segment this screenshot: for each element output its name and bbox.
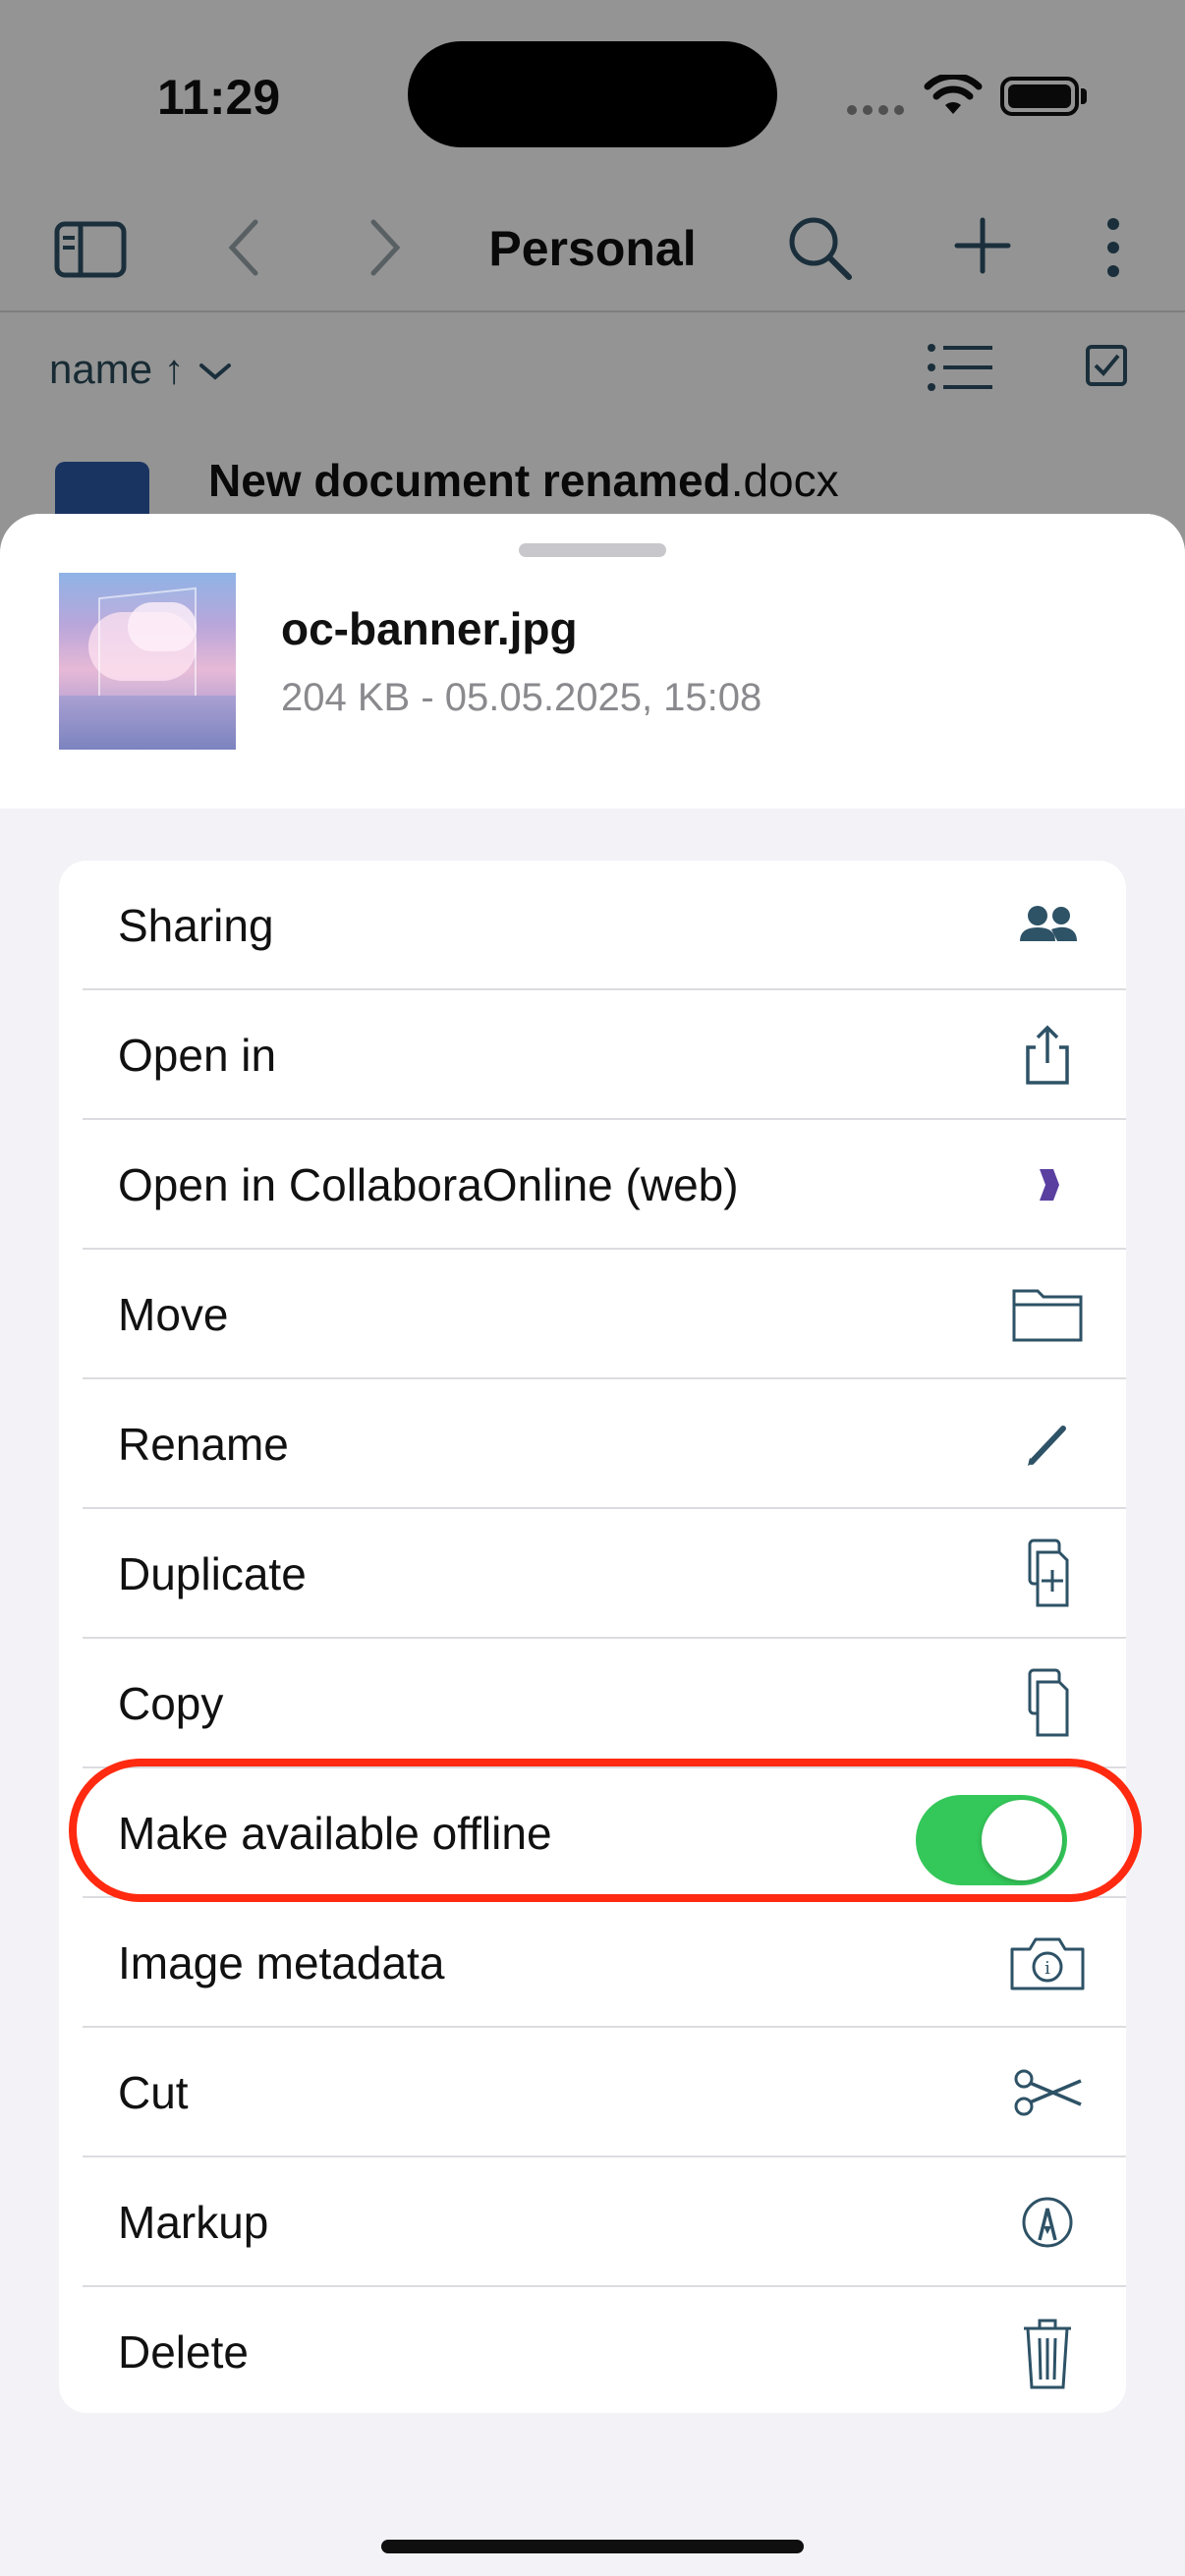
action-make-available-offline[interactable]: Make available offline <box>59 1768 1126 1898</box>
action-label: Make available offline <box>118 1808 552 1859</box>
action-label: Duplicate <box>118 1548 307 1599</box>
folder-icon <box>1008 1275 1087 1354</box>
action-rename[interactable]: Rename <box>59 1379 1126 1509</box>
copy-icon <box>1008 1664 1087 1743</box>
actions-menu: Sharing Open in Open in CollaboraOnline … <box>59 861 1126 2413</box>
action-sharing[interactable]: Sharing <box>59 861 1126 990</box>
people-icon <box>1008 886 1087 965</box>
action-label: Markup <box>118 2197 269 2248</box>
action-label: Sharing <box>118 900 274 951</box>
camera-info-icon: i <box>1008 1924 1087 2002</box>
pencil-icon <box>1008 1405 1087 1484</box>
action-duplicate[interactable]: Duplicate <box>59 1509 1126 1639</box>
scissors-icon <box>1008 2053 1087 2132</box>
sheet-grabber[interactable] <box>519 543 666 557</box>
collabora-icon <box>1008 1146 1087 1224</box>
action-delete[interactable]: Delete <box>59 2287 1126 2413</box>
action-open-in-collabora[interactable]: Open in CollaboraOnline (web) <box>59 1120 1126 1250</box>
sheet-header: oc-banner.jpg 204 KB - 05.05.2025, 15:08 <box>0 514 1185 809</box>
svg-text:i: i <box>1044 1958 1050 1979</box>
action-cut[interactable]: Cut <box>59 2028 1126 2157</box>
action-label: Copy <box>118 1678 224 1729</box>
action-move[interactable]: Move <box>59 1250 1126 1379</box>
action-label: Rename <box>118 1419 289 1470</box>
trash-icon <box>1008 2313 1087 2391</box>
file-thumbnail <box>59 573 236 750</box>
action-markup[interactable]: Markup <box>59 2157 1126 2287</box>
action-image-metadata[interactable]: Image metadata i <box>59 1898 1126 2028</box>
share-icon <box>1008 1016 1087 1094</box>
action-label: Delete <box>118 2326 249 2378</box>
toggle-knob <box>982 1800 1062 1880</box>
action-label: Cut <box>118 2067 189 2118</box>
duplicate-icon <box>1008 1535 1087 1613</box>
file-meta: 204 KB - 05.05.2025, 15:08 <box>281 676 762 719</box>
action-label: Move <box>118 1289 229 1340</box>
action-label: Image metadata <box>118 1937 445 1988</box>
action-open-in[interactable]: Open in <box>59 990 1126 1120</box>
home-indicator[interactable] <box>381 2540 804 2553</box>
action-sheet: oc-banner.jpg 204 KB - 05.05.2025, 15:08… <box>0 514 1185 2576</box>
offline-toggle[interactable] <box>916 1795 1067 1885</box>
action-label: Open in CollaboraOnline (web) <box>118 1159 739 1210</box>
action-copy[interactable]: Copy <box>59 1639 1126 1768</box>
file-name: oc-banner.jpg <box>281 603 578 654</box>
action-label: Open in <box>118 1030 277 1081</box>
markup-icon <box>1008 2183 1087 2262</box>
